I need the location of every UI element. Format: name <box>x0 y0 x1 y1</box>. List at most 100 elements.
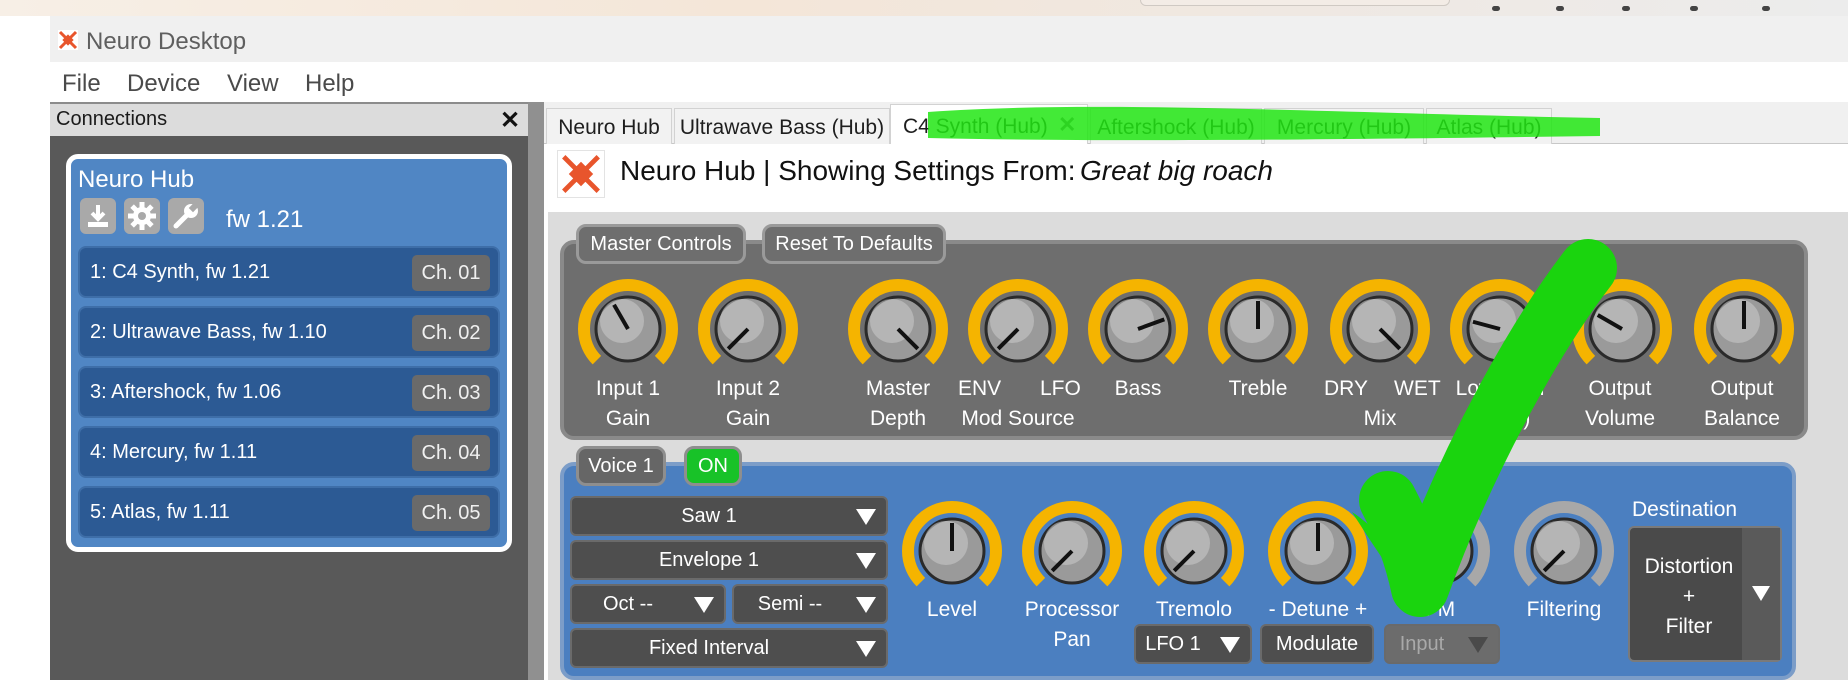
reset-defaults-button[interactable]: Reset To Defaults <box>762 224 946 264</box>
destination-dropdown[interactable]: Distortion + Filter <box>1628 526 1782 662</box>
lfo-dropdown[interactable]: LFO 1 <box>1134 624 1252 664</box>
hub-name: Neuro Hub <box>78 166 195 193</box>
voice-knob[interactable] <box>1144 501 1244 601</box>
knob-label-left: DRY <box>1324 377 1368 400</box>
voice-knob[interactable] <box>1022 501 1122 601</box>
master-knob[interactable] <box>1694 279 1794 379</box>
master-knob[interactable] <box>698 279 798 379</box>
chevron-down-icon <box>1468 637 1488 653</box>
knob-label: Pan <box>1053 628 1091 651</box>
button-label: Modulate <box>1275 633 1359 655</box>
channel-badge[interactable]: Ch. 04 <box>412 435 490 471</box>
master-knob[interactable] <box>578 279 678 379</box>
voice-knob[interactable] <box>1514 501 1614 601</box>
menu-view[interactable]: View <box>227 70 279 98</box>
knob-label: Balance <box>1704 407 1780 430</box>
connections-title: Connections <box>56 108 168 130</box>
octave-dropdown[interactable]: Oct -- <box>570 584 726 624</box>
voice-knob[interactable] <box>1390 501 1490 601</box>
chevron-down-icon <box>1220 637 1240 653</box>
menu-help[interactable]: Help <box>305 70 354 98</box>
chevron-down-icon <box>856 553 876 569</box>
knob-label: Master <box>865 377 931 400</box>
knob-label: Gain <box>725 407 771 430</box>
hub-firmware: fw 1.21 <box>226 206 304 233</box>
device-row[interactable]: 4: Mercury, fw 1.11 Ch. 04 <box>78 426 500 478</box>
channel-badge[interactable]: Ch. 03 <box>412 375 490 411</box>
window-title: Neuro Desktop <box>86 28 247 55</box>
wrench-icon[interactable] <box>168 198 204 234</box>
panel-splitter[interactable] <box>528 102 544 680</box>
waveform-dropdown[interactable]: Saw 1 <box>570 496 888 536</box>
knob-label: Mod Source <box>961 407 1075 430</box>
search-pill <box>1140 0 1450 6</box>
channel-badge[interactable]: Ch. 05 <box>412 495 490 531</box>
device-label: 4: Mercury, fw 1.11 <box>90 441 258 463</box>
window-left-edge <box>0 16 50 680</box>
device-row[interactable]: 3: Aftershock, fw 1.06 Ch. 03 <box>78 366 500 418</box>
settings-title: Neuro Hub | Showing Settings From: <box>620 155 1076 186</box>
knob-label: Output <box>1710 377 1774 400</box>
connections-close-icon[interactable]: ✕ <box>500 106 520 135</box>
tab-neuro-hub[interactable]: Neuro Hub <box>546 108 672 144</box>
tab-atlas[interactable]: Atlas (Hub) <box>1426 108 1552 144</box>
knob-label-left: ENV <box>958 377 1002 400</box>
destination-line: Filter <box>1665 615 1713 638</box>
device-row[interactable]: 2: Ultrawave Bass, fw 1.10 Ch. 02 <box>78 306 500 358</box>
master-knob[interactable] <box>1088 279 1188 379</box>
tab-aftershock[interactable]: Aftershock (Hub) <box>1090 108 1262 144</box>
tab-ultrawave-bass[interactable]: Ultrawave Bass (Hub) <box>674 108 890 144</box>
dot-indicator <box>1690 6 1698 11</box>
master-knob[interactable] <box>1572 279 1672 379</box>
master-knob[interactable] <box>848 279 948 379</box>
master-knob[interactable] <box>1330 279 1430 379</box>
dropdown-value: Envelope 1 <box>658 549 760 571</box>
dropdown-value: Oct -- <box>603 593 653 615</box>
chevron-down-icon <box>1752 586 1770 601</box>
destination-line: Distortion <box>1644 555 1734 578</box>
menu-file[interactable]: File <box>62 70 101 98</box>
dropdown-value: Semi -- <box>757 593 823 615</box>
app-logo-icon <box>58 30 78 50</box>
master-controls-button[interactable]: Master Controls <box>576 224 746 264</box>
master-knob[interactable] <box>968 279 1068 379</box>
channel-badge[interactable]: Ch. 01 <box>412 255 490 291</box>
dot-indicator <box>1622 6 1630 11</box>
modulate-button[interactable]: Modulate <box>1260 624 1374 664</box>
dropdown-value: LFO 1 <box>1145 633 1201 655</box>
device-label: 1: C4 Synth, fw 1.21 <box>90 261 271 283</box>
title-bar <box>50 16 1848 62</box>
chevron-down-icon <box>856 509 876 525</box>
gear-icon[interactable] <box>124 198 160 234</box>
device-label: 2: Ultrawave Bass, fw 1.10 <box>90 321 327 343</box>
voice-select-button[interactable]: Voice 1 <box>576 446 666 486</box>
master-knob[interactable] <box>1450 279 1550 379</box>
device-row[interactable]: 1: C4 Synth, fw 1.21 Ch. 01 <box>78 246 500 298</box>
dropdown-value: Input <box>1399 633 1445 655</box>
knob-label: Filtering <box>1526 598 1602 621</box>
download-icon[interactable] <box>80 198 116 234</box>
master-knob[interactable] <box>1208 279 1308 379</box>
destination-value: Distortion + Filter <box>1630 552 1748 642</box>
menu-device[interactable]: Device <box>127 70 200 98</box>
desktop-top-strip <box>0 0 1848 16</box>
voice-on-toggle[interactable]: ON <box>684 446 742 486</box>
tab-mercury[interactable]: Mercury (Hub) <box>1264 108 1424 144</box>
destination-line: + <box>1682 585 1696 608</box>
envelope-dropdown[interactable]: Envelope 1 <box>570 540 888 580</box>
device-label: 3: Aftershock, fw 1.06 <box>90 381 282 403</box>
voice-knob[interactable] <box>902 501 1002 601</box>
dot-indicator <box>1492 6 1500 11</box>
channel-badge[interactable]: Ch. 02 <box>412 315 490 351</box>
voice-knob[interactable] <box>1268 501 1368 601</box>
dropdown-value: Saw 1 <box>681 505 737 527</box>
dropdown-value: Fixed Interval <box>648 637 770 659</box>
knob-label: Treble <box>1228 377 1288 400</box>
device-row[interactable]: 5: Atlas, fw 1.11 Ch. 05 <box>78 486 500 538</box>
tab-close-icon[interactable]: ✕ <box>1058 112 1076 138</box>
semitone-dropdown[interactable]: Semi -- <box>732 584 888 624</box>
interval-dropdown[interactable]: Fixed Interval <box>570 628 888 668</box>
knob-label: Input 2 <box>715 377 781 400</box>
neuro-logo-icon <box>557 150 605 198</box>
settings-preset-name: Great big roach <box>1080 155 1273 186</box>
